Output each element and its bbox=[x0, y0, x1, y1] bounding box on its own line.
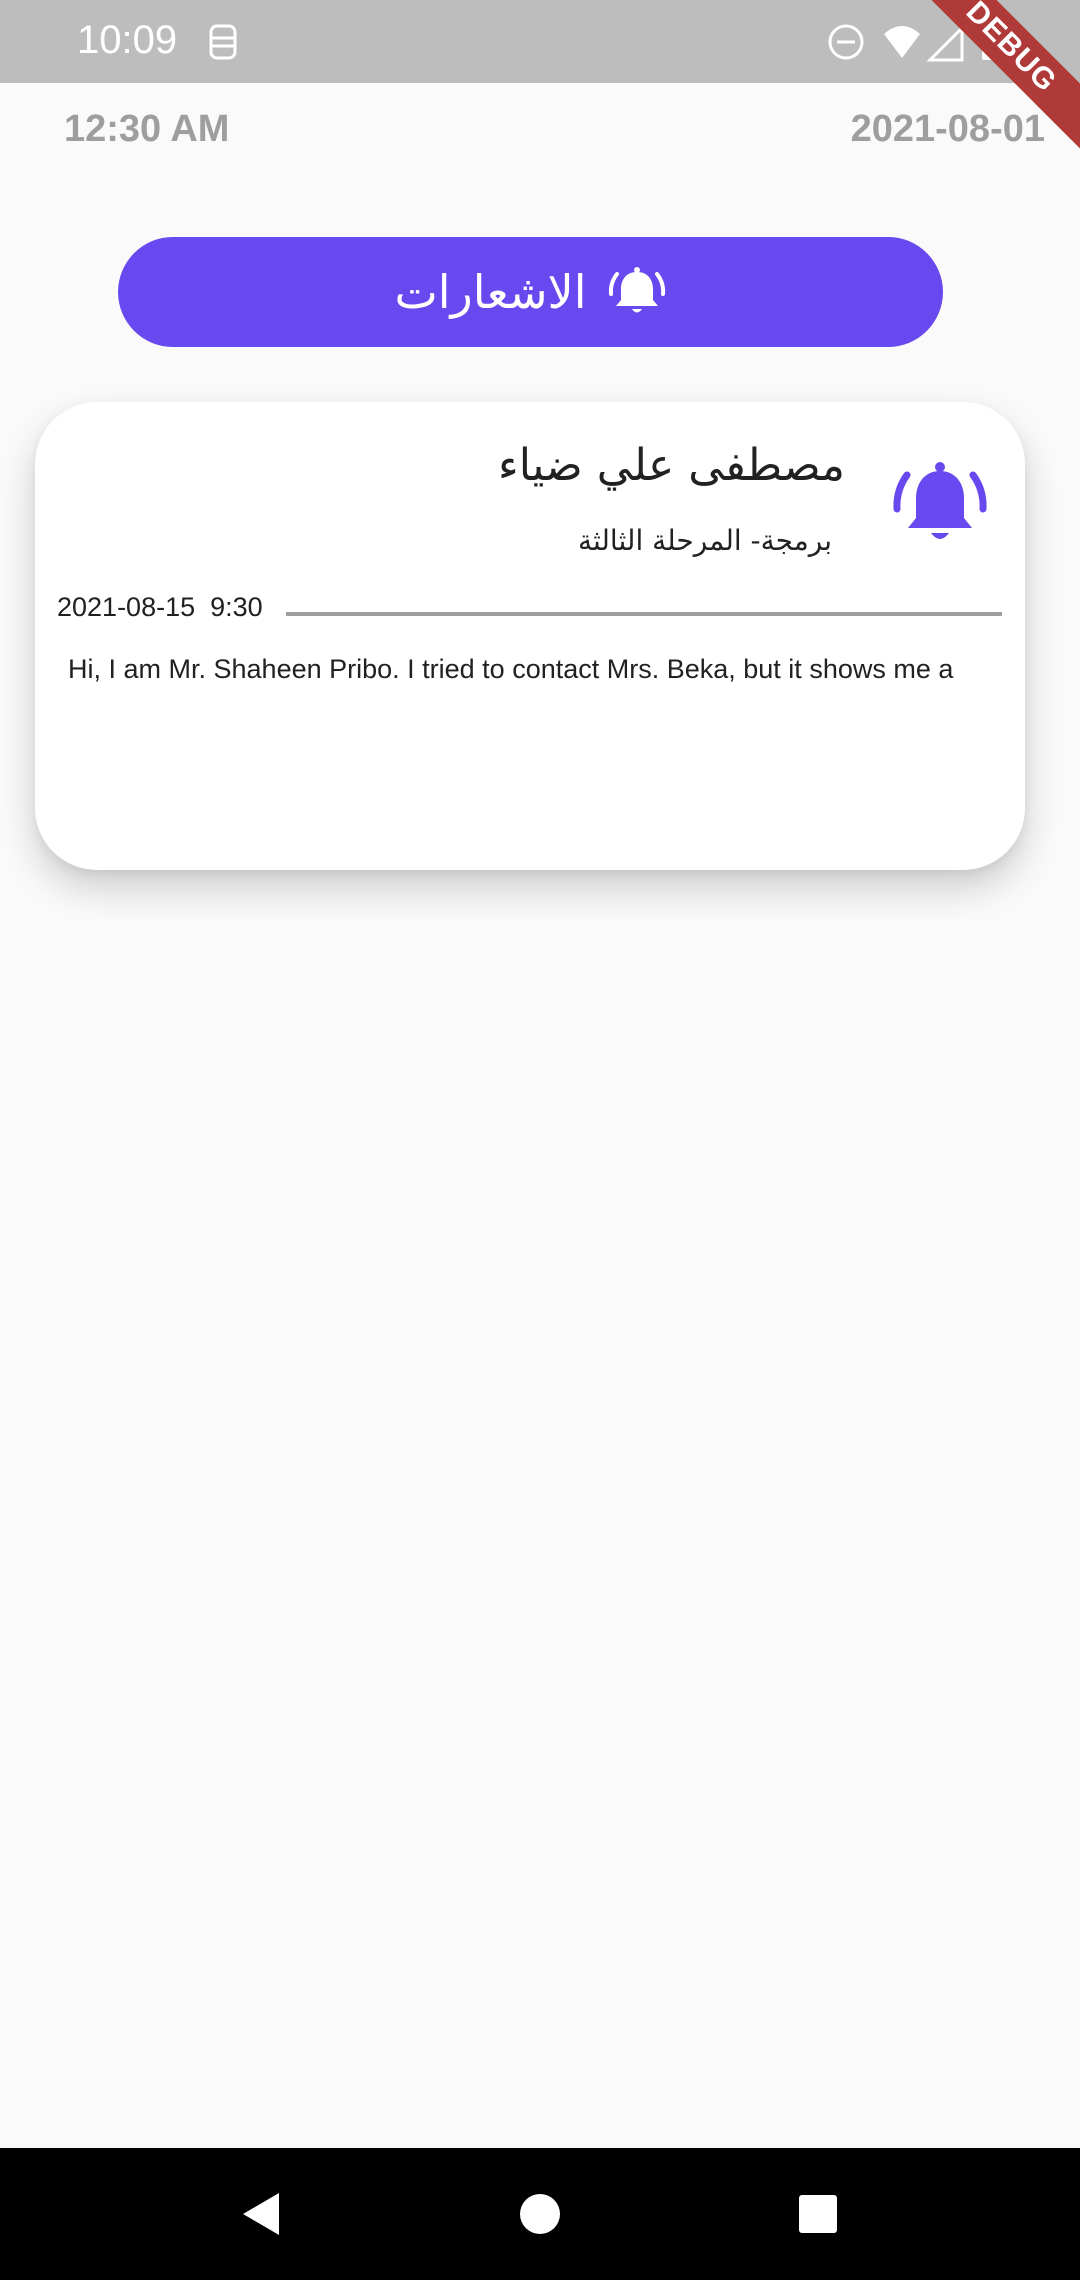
navigation-bar bbox=[0, 2148, 1080, 2280]
do-not-disturb-icon bbox=[828, 24, 864, 60]
status-bar: 10:09 bbox=[0, 0, 1080, 83]
notification-card[interactable]: مصطفى علي ضياء برمجة- المرحلة الثالثة 20… bbox=[35, 402, 1025, 870]
notification-datetime: 2021-08-15 9:30 bbox=[57, 592, 263, 622]
sender-name: مصطفى علي ضياء bbox=[498, 440, 845, 491]
divider bbox=[286, 612, 1002, 616]
bell-ring-icon bbox=[893, 462, 987, 539]
cell-signal-icon bbox=[926, 24, 964, 62]
notifications-button-label: الاشعارات bbox=[394, 265, 587, 319]
recents-square-icon bbox=[799, 2195, 837, 2233]
back-button[interactable] bbox=[222, 2148, 298, 2280]
status-time: 10:09 bbox=[77, 18, 178, 62]
header-date: 2021-08-01 bbox=[850, 108, 1045, 150]
bell-ring-icon bbox=[608, 267, 665, 313]
header-time: 12:30 AM bbox=[64, 108, 230, 150]
wifi-icon bbox=[884, 26, 920, 58]
sim-icon bbox=[209, 24, 237, 60]
recents-button[interactable] bbox=[780, 2148, 856, 2280]
notification-message: Hi, I am Mr. Shaheen Pribo. I tried to c… bbox=[68, 654, 954, 684]
notifications-button[interactable]: الاشعارات bbox=[118, 237, 943, 347]
sender-subtitle: برمجة- المرحلة الثالثة bbox=[577, 524, 832, 557]
home-circle-icon bbox=[520, 2194, 560, 2234]
home-button[interactable] bbox=[502, 2148, 578, 2280]
back-triangle-icon bbox=[243, 2193, 279, 2235]
